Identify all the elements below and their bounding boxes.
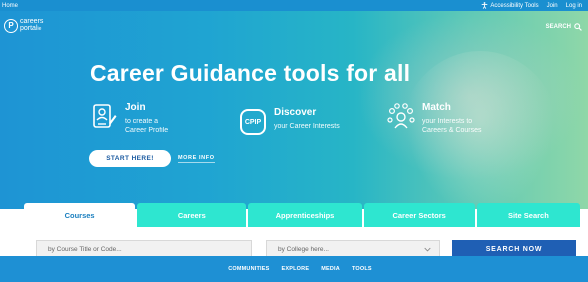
- college-select-placeholder: by College here...: [278, 245, 329, 253]
- feature-join-desc-line1: to create a: [125, 118, 159, 125]
- feature-match-desc-line2: Careers & Courses: [422, 127, 482, 134]
- feature-match-desc-line1: your Interests to: [422, 118, 473, 125]
- bottom-navigation-bar: COMMUNITIES EXPLORE MEDIA TOOLS: [0, 256, 588, 282]
- tab-site-search[interactable]: Site Search: [476, 203, 580, 227]
- feature-join[interactable]: Join to create a Career Profile: [89, 102, 168, 135]
- search-tabs: Courses Careers Apprenticeships Career S…: [24, 203, 580, 227]
- nav-explore[interactable]: EXPLORE: [282, 266, 310, 272]
- nav-tools[interactable]: TOOLS: [352, 266, 372, 272]
- logo-text-suffix: ie: [37, 26, 42, 32]
- tab-courses[interactable]: Courses: [24, 203, 136, 227]
- logo-mark-icon: P: [4, 18, 18, 33]
- cpip-icon-label: CPIP: [240, 109, 266, 135]
- login-link[interactable]: Log in: [566, 3, 582, 9]
- top-utility-bar: Home Accessibility Tools Join Log in: [0, 0, 588, 11]
- tab-career-sectors[interactable]: Career Sectors: [363, 203, 475, 227]
- careers-portal-logo[interactable]: P careers portalie: [4, 18, 43, 33]
- feature-discover-desc: your Career Interests: [274, 123, 340, 130]
- accessibility-tools-link[interactable]: Accessibility Tools: [481, 2, 539, 9]
- feature-join-title: Join: [125, 102, 146, 113]
- logo-text-line2: portal: [20, 25, 38, 32]
- feature-match-text: Match your Interests to Careers & Course…: [422, 102, 482, 135]
- logo-text-line1: careers: [20, 18, 44, 25]
- search-icon: [574, 23, 582, 31]
- chevron-down-icon: [424, 247, 431, 252]
- page: Home Accessibility Tools Join Log in P c…: [0, 0, 588, 282]
- tab-careers[interactable]: Careers: [137, 203, 247, 227]
- feature-join-desc-line2: Career Profile: [125, 127, 169, 134]
- more-info-link[interactable]: MORE INFO: [178, 155, 215, 163]
- tab-apprenticeships[interactable]: Apprenticeships: [248, 203, 362, 227]
- hero-background-image: [400, 51, 560, 221]
- feature-match[interactable]: Match your Interests to Careers & Course…: [386, 102, 482, 135]
- accessibility-tools-label: Accessibility Tools: [490, 2, 539, 9]
- profile-document-icon: [89, 102, 119, 132]
- join-link[interactable]: Join: [547, 3, 558, 9]
- feature-discover[interactable]: CPIP Discover your Career Interests: [238, 107, 340, 137]
- header-search-label: SEARCH: [545, 24, 571, 30]
- top-utility-links: Accessibility Tools Join Log in: [481, 2, 582, 9]
- match-people-icon: [386, 102, 416, 132]
- cpip-icon: CPIP: [238, 107, 268, 137]
- feature-discover-title: Discover: [274, 107, 317, 118]
- nav-media[interactable]: MEDIA: [321, 266, 340, 272]
- feature-join-text: Join to create a Career Profile: [125, 102, 168, 135]
- course-search-placeholder: by Course Title or Code...: [48, 245, 122, 253]
- accessibility-icon: [482, 2, 488, 9]
- start-here-button[interactable]: START HERE!: [89, 150, 171, 167]
- hero-headline: Career Guidance tools for all: [90, 60, 411, 86]
- header-search-link[interactable]: SEARCH: [546, 23, 582, 31]
- logo-text: careers portalie: [20, 18, 43, 33]
- nav-communities[interactable]: COMMUNITIES: [228, 266, 269, 272]
- feature-match-title: Match: [422, 102, 451, 113]
- feature-discover-text: Discover your Career Interests: [274, 107, 340, 137]
- home-link[interactable]: Home: [2, 3, 18, 9]
